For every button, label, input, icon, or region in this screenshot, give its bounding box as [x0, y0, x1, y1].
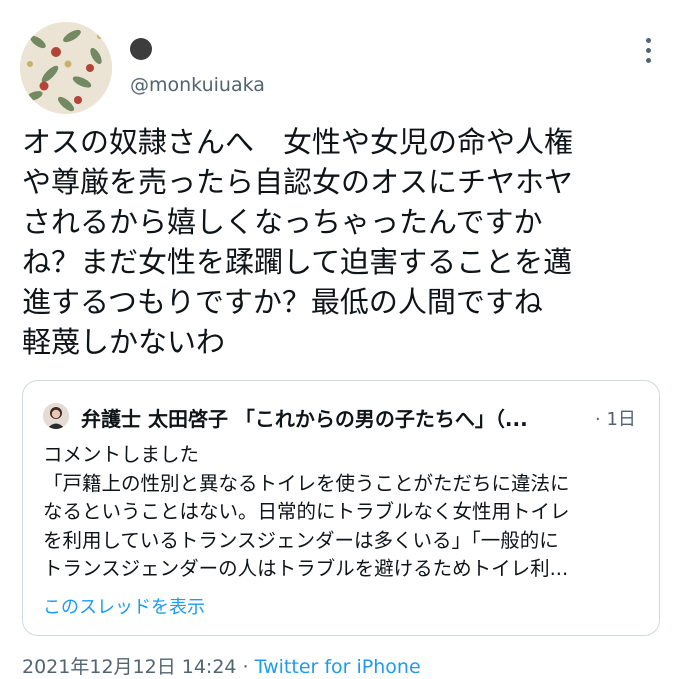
- quoted-timestamp: · 1日: [595, 409, 636, 430]
- tweet-text: オスの奴隷さんへ 女性や女児の命や人権 や尊厳を売ったら自認女のオスにチヤホヤ …: [22, 122, 662, 362]
- floral-pattern-avatar-image: [20, 22, 112, 114]
- quoted-text-line: 「戸籍上の性別と異なるトイレを使うことがただちに違法に: [43, 471, 570, 495]
- tweet-text-line: や尊厳を売ったら自認女のオスにチヤホヤ: [22, 165, 574, 199]
- quoted-author-name: 弁護士 太田啓子 「これからの男の子たちへ」（...: [81, 407, 528, 431]
- quoted-tweet-text: コメントしました 「戸籍上の性別と異なるトイレを使うことがただちに違法に なると…: [43, 441, 647, 584]
- metadata-separator: ·: [236, 656, 255, 678]
- quoted-text-line: を利用しているトランスジェンダーは多くいる」「一般的に: [43, 528, 559, 552]
- show-thread-link[interactable]: このスレッドを表示: [43, 593, 205, 619]
- quoted-tweet-card[interactable]: 弁護士 太田啓子 「これからの男の子たちへ」（... · 1日 コメントしました…: [22, 380, 660, 636]
- quoted-author-avatar: [43, 403, 69, 429]
- quoted-text-line: トランスジェンダーの人はトラブルを避けるためトイレ利...: [43, 557, 569, 580]
- tweet-text-line: 軽蔑しかないわ: [22, 325, 226, 359]
- tweet-source-link[interactable]: Twitter for iPhone: [255, 656, 421, 678]
- profile-avatar[interactable]: [20, 22, 112, 114]
- tweet-text-line: 進するつもりですか？最低の人間ですね: [22, 285, 543, 319]
- person-photo-icon: [43, 403, 69, 429]
- tweet-text-line: オスの奴隷さんへ 女性や女児の命や人権: [22, 125, 574, 159]
- display-name-moon-icon[interactable]: [130, 38, 152, 60]
- more-options-icon[interactable]: [640, 38, 656, 68]
- tweet-metadata: 2021年12月12日 14:24 · Twitter for iPhone: [22, 652, 421, 679]
- tweet-text-line: ね？まだ女性を蹂躙して迫害することを邁: [22, 245, 573, 279]
- tweet-timestamp[interactable]: 2021年12月12日 14:24: [22, 656, 237, 678]
- quoted-text-line: なるということはない。日常的にトラブルなく女性用トイレ: [43, 500, 570, 523]
- quoted-text-line: コメントしました: [43, 443, 200, 466]
- tweet-text-line: されるから嬉しくなっちゃったんですか: [22, 205, 543, 239]
- author-handle[interactable]: @monkuiuaka: [130, 74, 265, 96]
